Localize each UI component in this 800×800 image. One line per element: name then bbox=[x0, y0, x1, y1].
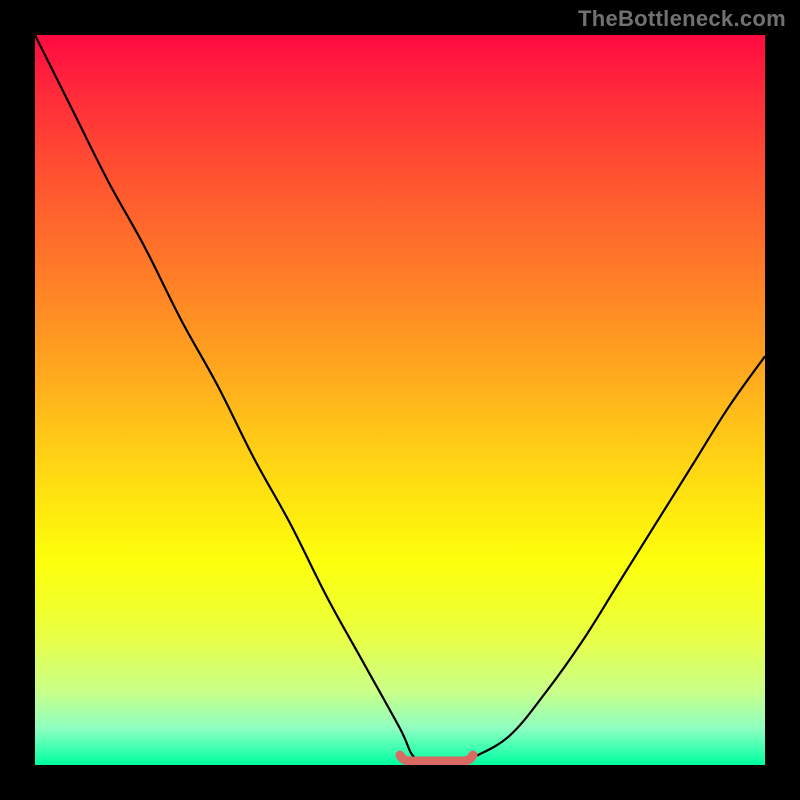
chart-frame: TheBottleneck.com bbox=[0, 0, 800, 800]
bottleneck-curve-path bbox=[35, 35, 765, 765]
attribution-label: TheBottleneck.com bbox=[578, 6, 786, 32]
optimal-flat-segment-path bbox=[400, 755, 473, 761]
plot-area bbox=[35, 35, 765, 765]
chart-svg bbox=[35, 35, 765, 765]
